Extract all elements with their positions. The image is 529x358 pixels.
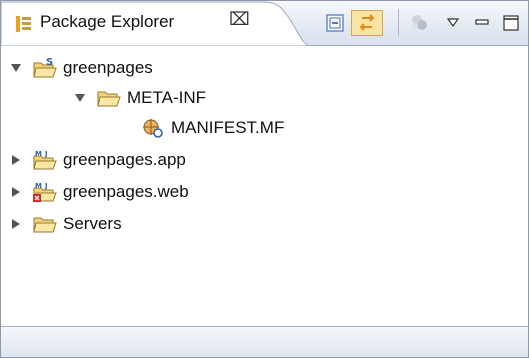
expand-toggle[interactable] [9,61,23,75]
link-with-editor-button[interactable] [351,10,383,36]
collapsed-arrow-icon [12,219,20,229]
bundle-project-error-icon: M J [33,182,57,202]
collapsed-arrow-icon [12,155,20,165]
tree-item-label: Servers [63,214,122,233]
tree-item-label: META-INF [127,88,207,107]
maximize-button[interactable] [499,10,523,36]
svg-text:M: M [35,150,42,158]
toolbar-separator [398,9,399,36]
svg-text:M: M [35,182,42,190]
minimize-button[interactable] [471,10,493,36]
svg-text:J: J [44,150,48,158]
view-menu-button[interactable] [442,10,464,36]
package-explorer-tab[interactable]: Package Explorer ⌧ [1,1,309,46]
package-explorer-icon [15,15,33,33]
project-folder-icon: S [33,57,57,78]
tree-item-label: greenpages [63,58,153,77]
tree-item-manifest[interactable]: MANIFEST.MF [141,113,284,143]
expanded-arrow-icon [75,94,85,102]
view-menu-icon [446,18,460,28]
view-bottom-border [1,326,528,357]
collapse-all-icon [326,14,344,32]
tree-item-label: greenpages.app [63,150,186,169]
expand-toggle[interactable] [9,185,23,199]
bundle-project-icon: M J [33,150,57,170]
manifest-file-icon [143,119,163,138]
svg-text:S: S [46,57,53,68]
expanded-arrow-icon [11,64,21,72]
minimize-icon [475,19,489,25]
collapsed-arrow-icon [12,187,20,197]
focus-on-active-task-button[interactable] [407,10,431,36]
focus-on-active-task-icon [412,15,427,30]
folder-icon [33,217,57,233]
svg-text:J: J [44,182,48,190]
expand-toggle[interactable] [9,153,23,167]
tree-item-servers[interactable]: Servers [9,209,122,239]
tree-item-meta-inf[interactable]: META-INF [73,83,206,113]
close-icon[interactable]: ⌧ [229,9,250,30]
expand-toggle[interactable] [73,91,87,105]
link-with-editor-icon [359,14,375,31]
tree-item-greenpages-app[interactable]: M J greenpages.app [9,145,186,175]
folder-icon [97,91,121,107]
tree-item-label: MANIFEST.MF [171,118,285,137]
tab-title: Package Explorer [40,12,175,31]
tree-item-label: greenpages.web [63,182,189,201]
view-title-bar: Package Explorer ⌧ [1,1,528,46]
tree-item-greenpages-web[interactable]: M J greenpages.web [9,177,189,207]
tree-item-greenpages[interactable]: S greenpages [9,53,153,83]
package-explorer-view: Package Explorer ⌧ S greenpages META-INF… [0,0,529,358]
maximize-icon [503,15,519,31]
collapse-all-button[interactable] [323,10,347,36]
expand-toggle[interactable] [9,217,23,231]
